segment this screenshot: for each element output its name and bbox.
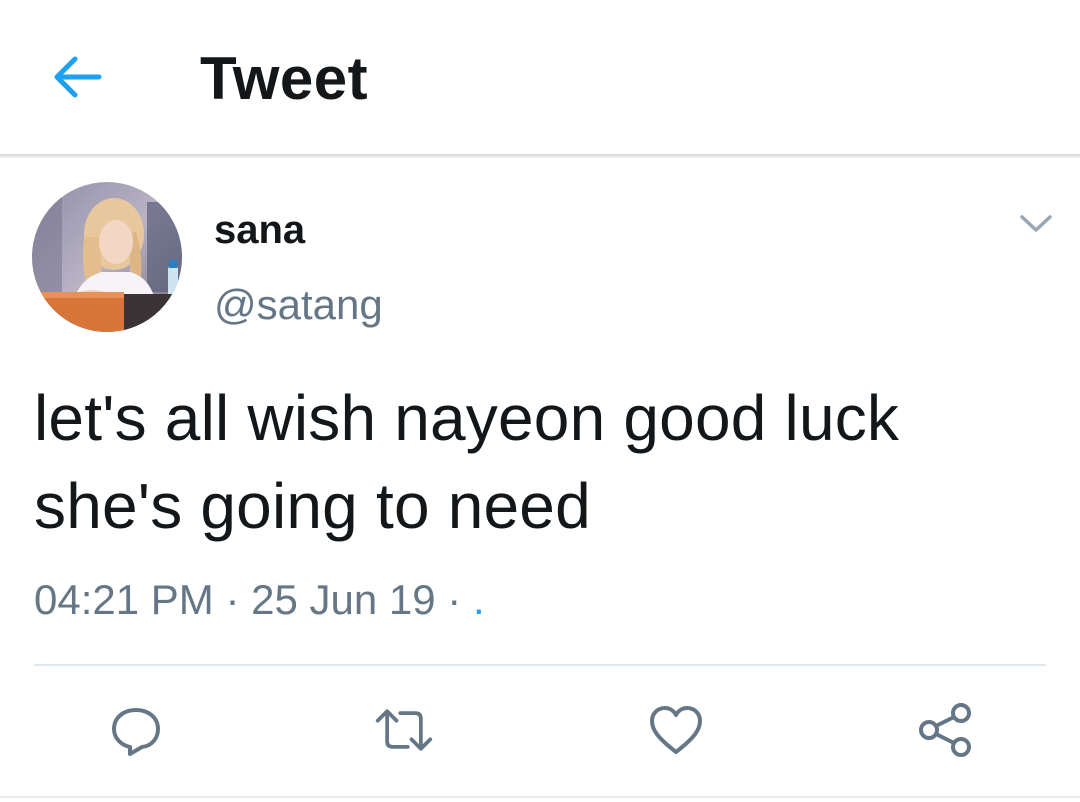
profile-photo — [32, 182, 182, 332]
meta-separator: · — [447, 576, 462, 623]
tweet-source-link[interactable]: . — [473, 576, 485, 623]
reply-icon — [112, 708, 160, 756]
retweet-button[interactable] — [374, 700, 434, 760]
heart-icon — [650, 706, 702, 754]
divider — [34, 664, 1046, 666]
back-button[interactable] — [44, 46, 110, 108]
meta-separator: · — [225, 576, 240, 623]
chevron-down-icon — [1020, 215, 1052, 232]
tweet-date: 25 Jun 19 — [251, 576, 436, 623]
retweet-icon — [375, 709, 433, 751]
author-handle[interactable]: @satang — [214, 280, 383, 330]
header-divider — [0, 154, 1080, 158]
avatar[interactable] — [32, 182, 182, 332]
reply-button[interactable] — [106, 700, 166, 760]
top-app-bar: Tweet — [0, 0, 1080, 154]
share-icon — [919, 703, 971, 757]
tweet-text-line: let's all wish nayeon good luck — [34, 382, 900, 454]
tweet-options-button[interactable] — [1016, 208, 1056, 240]
page-title: Tweet — [200, 45, 369, 112]
share-button[interactable] — [916, 700, 976, 760]
tweet-metadata: 04:21 PM · 25 Jun 19 · . — [34, 574, 485, 626]
tweet-time: 04:21 PM — [34, 576, 214, 623]
author-display-name[interactable]: sana — [214, 206, 305, 254]
tweet-text-line: she's going to need — [34, 470, 591, 542]
bottom-divider — [0, 796, 1080, 798]
arrow-left-icon — [54, 56, 102, 98]
tweet-text: let's all wish nayeon good luck she's go… — [34, 374, 1044, 550]
like-button[interactable] — [646, 700, 706, 760]
